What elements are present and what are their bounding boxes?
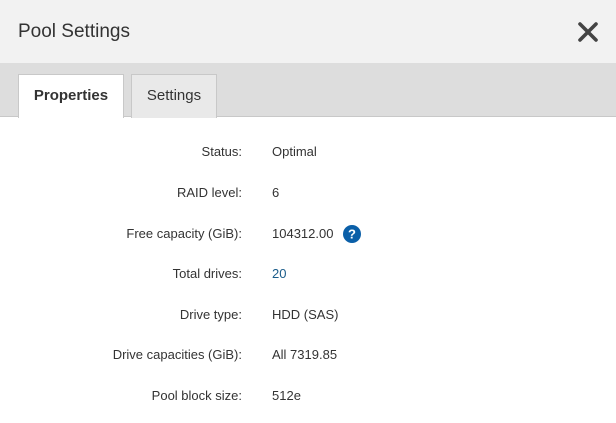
property-label: Drive type:	[179, 307, 242, 322]
property-label: Free capacity (GiB):	[126, 226, 242, 241]
property-label: Pool block size:	[151, 388, 242, 403]
tab-settings[interactable]: Settings	[131, 74, 217, 118]
property-value: All 7319.85	[272, 347, 338, 362]
property-value: 104312.00	[272, 226, 334, 241]
svg-text:?: ?	[348, 227, 356, 242]
total-drives-link[interactable]: 20	[272, 264, 286, 284]
property-label: Total drives:	[172, 266, 242, 281]
property-row-pool-block-size: Pool block size: 512e	[0, 386, 616, 406]
property-row-raid-level: RAID level: 6	[0, 183, 616, 203]
help-icon[interactable]: ?	[343, 225, 361, 243]
property-label: Drive capacities (GiB):	[112, 347, 242, 362]
property-row-free-capacity: Free capacity (GiB): 104312.00 ?	[0, 224, 616, 244]
property-row-status: Status: Optimal	[0, 142, 616, 162]
property-value: 512e	[272, 388, 301, 403]
property-label: RAID level:	[176, 185, 242, 200]
property-value: Optimal	[272, 144, 317, 159]
dialog-title: Pool Settings	[18, 21, 130, 42]
close-icon[interactable]	[577, 21, 599, 43]
property-value: HDD (SAS)	[272, 307, 339, 322]
tab-properties[interactable]: Properties	[18, 74, 124, 118]
property-row-drive-type: Drive type: HDD (SAS)	[0, 305, 616, 325]
property-label: Status:	[201, 144, 242, 159]
property-value: 6	[272, 185, 280, 200]
property-row-drive-capacities: Drive capacities (GiB): All 7319.85	[0, 345, 616, 365]
dialog-header: Pool Settings	[0, 0, 616, 63]
tab-bar: Properties Settings	[0, 63, 616, 118]
property-row-total-drives: Total drives: 20	[0, 264, 616, 284]
pool-settings-dialog: Pool Settings Properties Settings Status…	[0, 0, 616, 423]
